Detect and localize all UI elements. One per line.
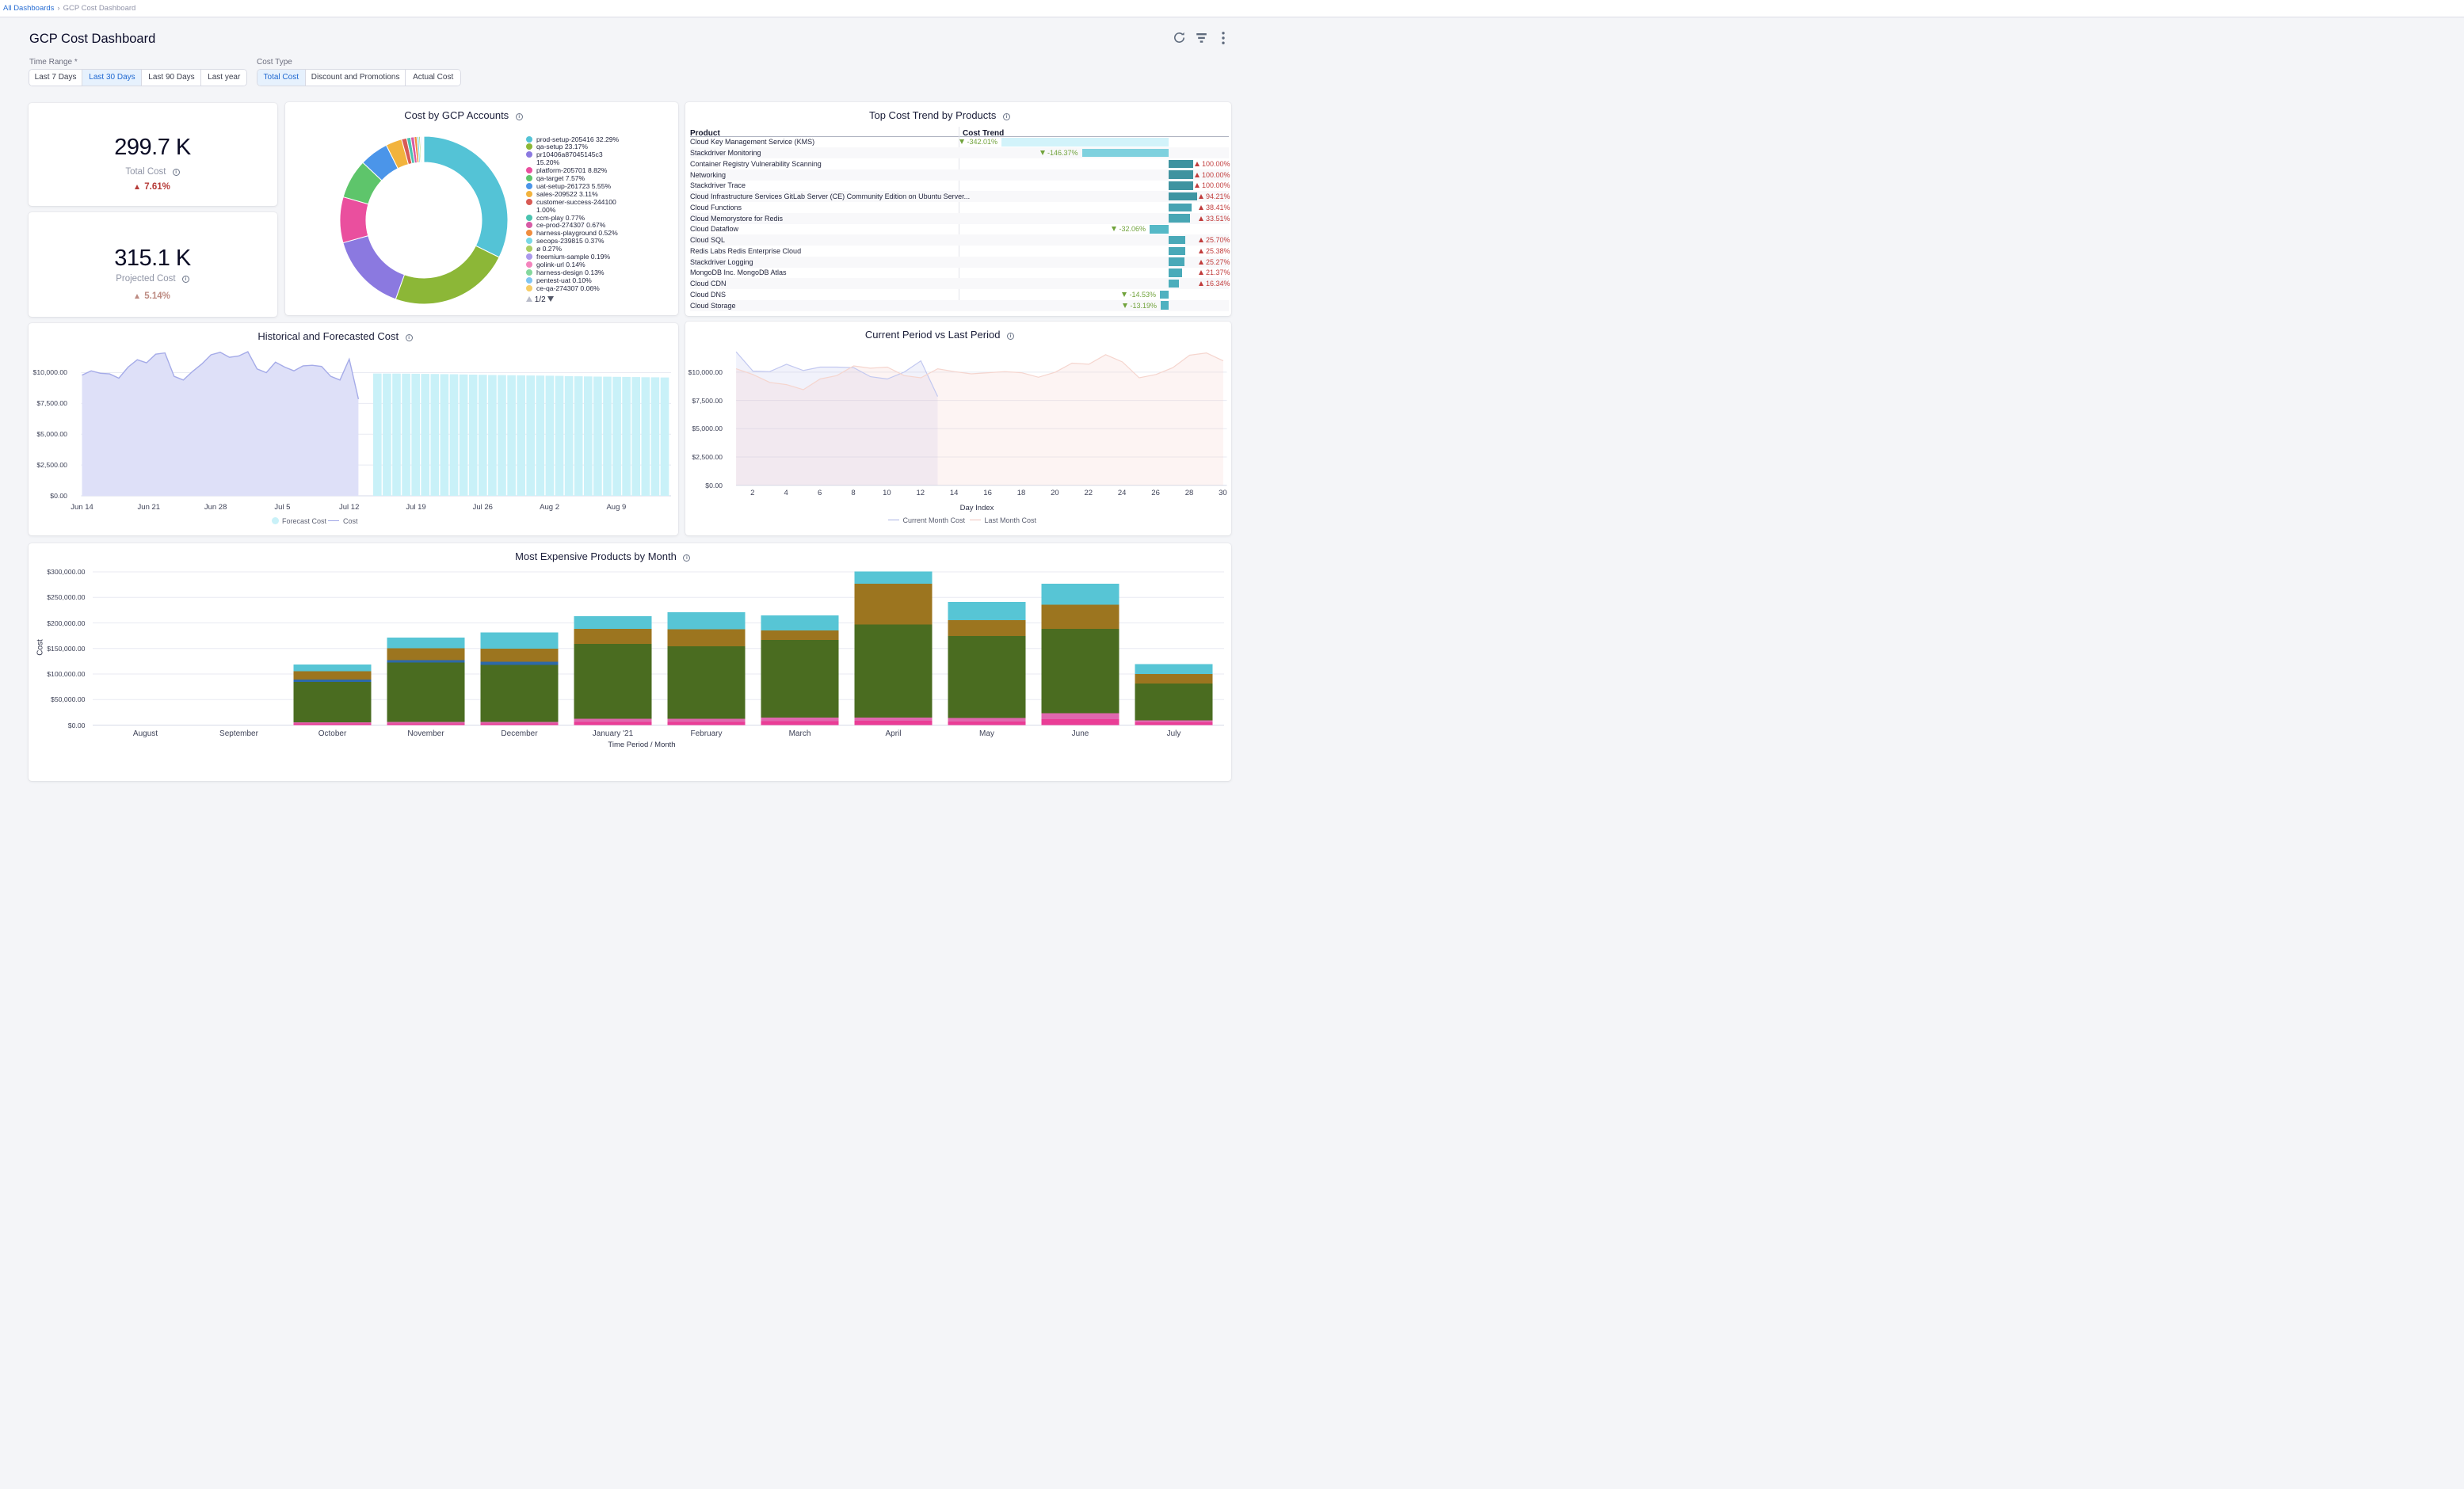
svg-text:Cost: Cost: [36, 639, 45, 656]
